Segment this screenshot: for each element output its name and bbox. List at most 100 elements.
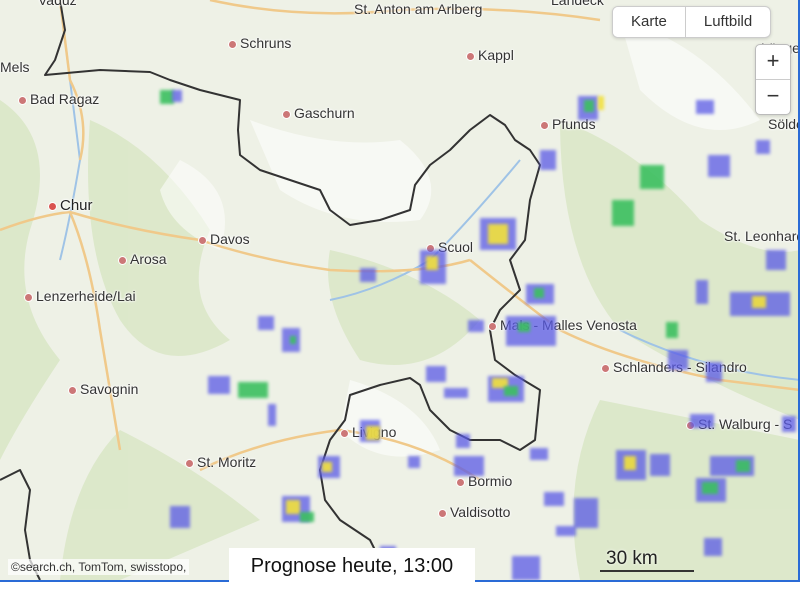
precipitation-cell — [170, 506, 190, 528]
place-marker-icon — [228, 39, 237, 49]
precipitation-cell — [708, 155, 730, 177]
precipitation-cell — [456, 434, 470, 448]
precipitation-cell — [598, 96, 604, 110]
precipitation-cell — [612, 200, 634, 226]
precipitation-cell — [290, 336, 296, 344]
precipitation-cell — [752, 296, 766, 308]
place-name: St. Leonhard — [724, 228, 800, 244]
place-label: Lenzerheide/Lai — [24, 288, 136, 304]
precipitation-cell — [488, 224, 508, 244]
scale-bar: 30 km — [600, 548, 694, 572]
place-marker-icon — [488, 321, 497, 331]
precipitation-cell — [624, 456, 636, 470]
place-marker-icon — [68, 385, 77, 395]
precipitation-cell — [696, 100, 714, 114]
place-name: Lenzerheide/Lai — [36, 288, 136, 304]
place-name: St. Moritz — [197, 454, 257, 470]
place-name: Schruns — [240, 35, 292, 51]
place-label: Sölden — [768, 116, 798, 132]
precipitation-cell — [172, 90, 182, 102]
precipitation-cell — [690, 414, 714, 428]
precipitation-cell — [640, 165, 664, 189]
precipitation-cell — [666, 322, 678, 338]
place-marker-icon — [185, 458, 194, 468]
place-name: Mels — [0, 59, 30, 75]
zoom-out-button[interactable]: − — [756, 80, 790, 114]
place-marker-icon — [118, 255, 127, 265]
precipitation-cell — [782, 416, 796, 432]
place-label: St. Anton am Arlberg — [354, 1, 482, 17]
place-label: Mels — [0, 59, 30, 75]
precipitation-cell — [736, 460, 750, 472]
place-label: St. Moritz — [185, 454, 256, 470]
precipitation-cell — [444, 388, 468, 398]
place-label: St. Leonhard — [724, 228, 800, 244]
place-marker-icon — [48, 201, 57, 211]
precipitation-cell — [286, 500, 300, 514]
precipitation-cell — [530, 448, 548, 460]
place-marker-icon — [540, 120, 549, 130]
place-label: Landeck — [551, 0, 604, 8]
precipitation-cell — [300, 512, 314, 522]
precipitation-cell — [702, 482, 718, 494]
place-name: Vaduz — [38, 0, 77, 8]
precipitation-cell — [574, 498, 598, 528]
scale-label: 30 km — [606, 548, 658, 569]
precipitation-cell — [766, 250, 786, 270]
precipitation-cell — [426, 366, 446, 382]
place-label: Gaschurn — [282, 105, 355, 121]
map-type-toggle[interactable]: Karte Luftbild — [612, 6, 772, 38]
place-name: Landeck — [551, 0, 604, 8]
precipitation-cell — [322, 462, 332, 472]
place-label: Vaduz — [38, 0, 77, 8]
place-name: Arosa — [130, 251, 167, 267]
precipitation-cell — [258, 316, 274, 330]
precipitation-cell — [426, 256, 438, 270]
place-label: Valdisotto — [438, 504, 510, 520]
precipitation-cell — [504, 386, 518, 396]
zoom-in-button[interactable]: + — [756, 45, 790, 80]
map-tab[interactable]: Karte — [613, 7, 686, 37]
map-attribution: ©search.ch, TomTom, swisstopo, — [8, 559, 190, 575]
precipitation-cell — [704, 538, 722, 556]
place-marker-icon — [601, 363, 610, 373]
precipitation-cell — [650, 454, 670, 476]
precipitation-cell — [506, 316, 556, 346]
precipitation-cell — [706, 362, 722, 382]
precipitation-cell — [366, 426, 380, 440]
place-name: Gaschurn — [294, 105, 355, 121]
precipitation-cell — [556, 526, 576, 536]
place-marker-icon — [18, 95, 27, 105]
place-marker-icon — [282, 109, 291, 119]
place-name: Valdisotto — [450, 504, 511, 520]
place-name: Kappl — [478, 47, 514, 63]
precipitation-cell — [238, 382, 268, 398]
place-marker-icon — [456, 477, 465, 487]
place-marker-icon — [340, 428, 349, 438]
place-marker-icon — [466, 51, 475, 61]
precipitation-cell — [208, 376, 230, 394]
place-name: Sölden — [768, 116, 798, 132]
precipitation-cell — [518, 322, 530, 332]
place-label: Kappl — [466, 47, 514, 63]
precipitation-cell — [468, 320, 484, 332]
precipitation-cell — [584, 100, 594, 112]
place-name: Bad Ragaz — [30, 91, 100, 107]
place-name: Savognin — [80, 381, 139, 397]
precipitation-cell — [544, 492, 564, 506]
precipitation-cell — [512, 556, 540, 580]
forecast-time-label: Prognose heute, 13:00 — [229, 548, 475, 584]
aerial-tab[interactable]: Luftbild — [686, 7, 770, 37]
place-name: Davos — [210, 231, 250, 247]
precipitation-cell — [696, 280, 708, 304]
precipitation-cell — [454, 456, 484, 476]
place-marker-icon — [198, 235, 207, 245]
place-label: Bad Ragaz — [18, 91, 99, 107]
place-name: Chur — [60, 197, 93, 214]
place-label: Davos — [198, 231, 250, 247]
zoom-control[interactable]: + − — [755, 44, 791, 115]
map-view[interactable]: Vaduz St. Anton am Arlberg Landeck Mels Schr… — [0, 0, 800, 582]
scale-line — [600, 570, 694, 572]
place-label: Chur — [48, 197, 93, 214]
precipitation-cell — [540, 150, 556, 170]
